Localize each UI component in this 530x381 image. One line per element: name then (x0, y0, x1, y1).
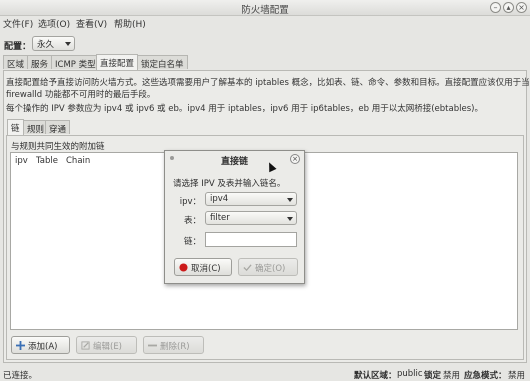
minus-icon (148, 344, 157, 347)
connection-status: 已连接。 (3, 371, 38, 381)
chain-label: 链： (183, 237, 201, 247)
column-header-table[interactable]: Table (36, 156, 58, 166)
menu-file[interactable]: 文件(F) (3, 17, 33, 30)
tab-services[interactable]: 服务 (27, 55, 53, 70)
config-select-value: 永久 (37, 40, 55, 50)
tab-lockdown-whitelist[interactable]: 锁定白名单 (137, 55, 188, 70)
ipv-select[interactable]: ipv4 (205, 192, 297, 206)
title-bar: 防火墙配置 – ▴ × (0, 0, 530, 16)
chevron-down-icon (287, 217, 293, 221)
ok-button[interactable]: 确定(O) (238, 258, 298, 276)
close-icon[interactable]: × (516, 2, 527, 13)
firewall-config-window: 防火墙配置 – ▴ × 文件(F) 选项(O) 查看(V) 帮助(H) 配置： … (0, 0, 530, 381)
menu-bar: 文件(F) 选项(O) 查看(V) 帮助(H) (0, 16, 530, 31)
status-bar: 已连接。 默认区域： public 锁定 禁用 应急模式： 禁用 (0, 366, 530, 381)
add-button-label: 添加(A) (28, 342, 58, 352)
table-label: 表： (183, 216, 201, 226)
panic-mode-value: 禁用 (508, 371, 526, 381)
maximize-icon[interactable]: ▴ (503, 2, 514, 13)
edit-icon (81, 341, 90, 350)
dialog-prompt: 请选择 IPV 及表并输入链名。 (173, 179, 286, 189)
column-header-chain[interactable]: Chain (66, 156, 90, 166)
tab-chains[interactable]: 链 (7, 119, 24, 135)
default-zone-label: 默认区域： (354, 371, 397, 381)
table-select[interactable]: filter (205, 211, 297, 225)
ipv-description: 每个操作的 IPV 参数应为 ipv4 或 ipv6 或 eb。ipv4 用于 … (6, 104, 483, 114)
edit-button-label: 编辑(E) (93, 342, 123, 352)
ok-icon (243, 264, 252, 272)
ipv-label: ipv： (179, 197, 201, 207)
default-zone-value: public (397, 369, 423, 379)
lockdown-value: 禁用 (443, 371, 461, 381)
edit-button[interactable]: 编辑(E) (76, 336, 137, 354)
tab-icmp-types[interactable]: ICMP 类型 (51, 55, 100, 70)
panic-mode-label: 应急模式： (464, 371, 507, 381)
chevron-down-icon (287, 198, 293, 202)
ok-button-label: 确定(O) (255, 264, 286, 274)
config-label: 配置： (4, 42, 32, 52)
plus-icon (16, 341, 25, 350)
tab-direct-config[interactable]: 直接配置 (96, 54, 139, 70)
column-header-ipv[interactable]: ipv (15, 156, 28, 166)
menu-help[interactable]: 帮助(H) (114, 17, 146, 30)
ipv-select-value: ipv4 (210, 194, 229, 204)
chains-description: 与规则共同生效的附加链 (11, 142, 105, 152)
window-title: 防火墙配置 (241, 5, 289, 16)
dialog-close-icon[interactable]: × (290, 154, 300, 164)
remove-button[interactable]: 删除(R) (143, 336, 204, 354)
tab-passthrough[interactable]: 穿通 (45, 120, 71, 135)
remove-button-label: 删除(R) (160, 342, 190, 352)
chain-name-input[interactable] (205, 232, 297, 247)
minimize-icon[interactable]: – (490, 2, 501, 13)
cancel-button[interactable]: 取消(C) (174, 258, 232, 276)
lockdown-label: 锁定 (424, 371, 442, 381)
chevron-down-icon (65, 42, 71, 46)
menu-options[interactable]: 选项(O) (38, 17, 70, 30)
cancel-button-label: 取消(C) (191, 264, 221, 274)
add-button[interactable]: 添加(A) (11, 336, 70, 354)
direct-chain-dialog: 直接链 × 请选择 IPV 及表并输入链名。 ipv： ipv4 表： filt… (164, 150, 305, 284)
config-select[interactable]: 永久 (32, 36, 75, 51)
cancel-icon (179, 263, 188, 272)
direct-config-description-2: firewalld 功能都不可用时的最后手段。 (6, 90, 156, 100)
tab-zones[interactable]: 区域 (3, 55, 29, 70)
table-select-value: filter (210, 213, 230, 223)
dialog-title: 直接链 (220, 157, 248, 167)
direct-config-description-1: 直接配置给予直接访问防火墙方式。这些选项需要用户了解基本的 iptables 概… (6, 78, 530, 88)
menu-view[interactable]: 查看(V) (76, 17, 107, 30)
